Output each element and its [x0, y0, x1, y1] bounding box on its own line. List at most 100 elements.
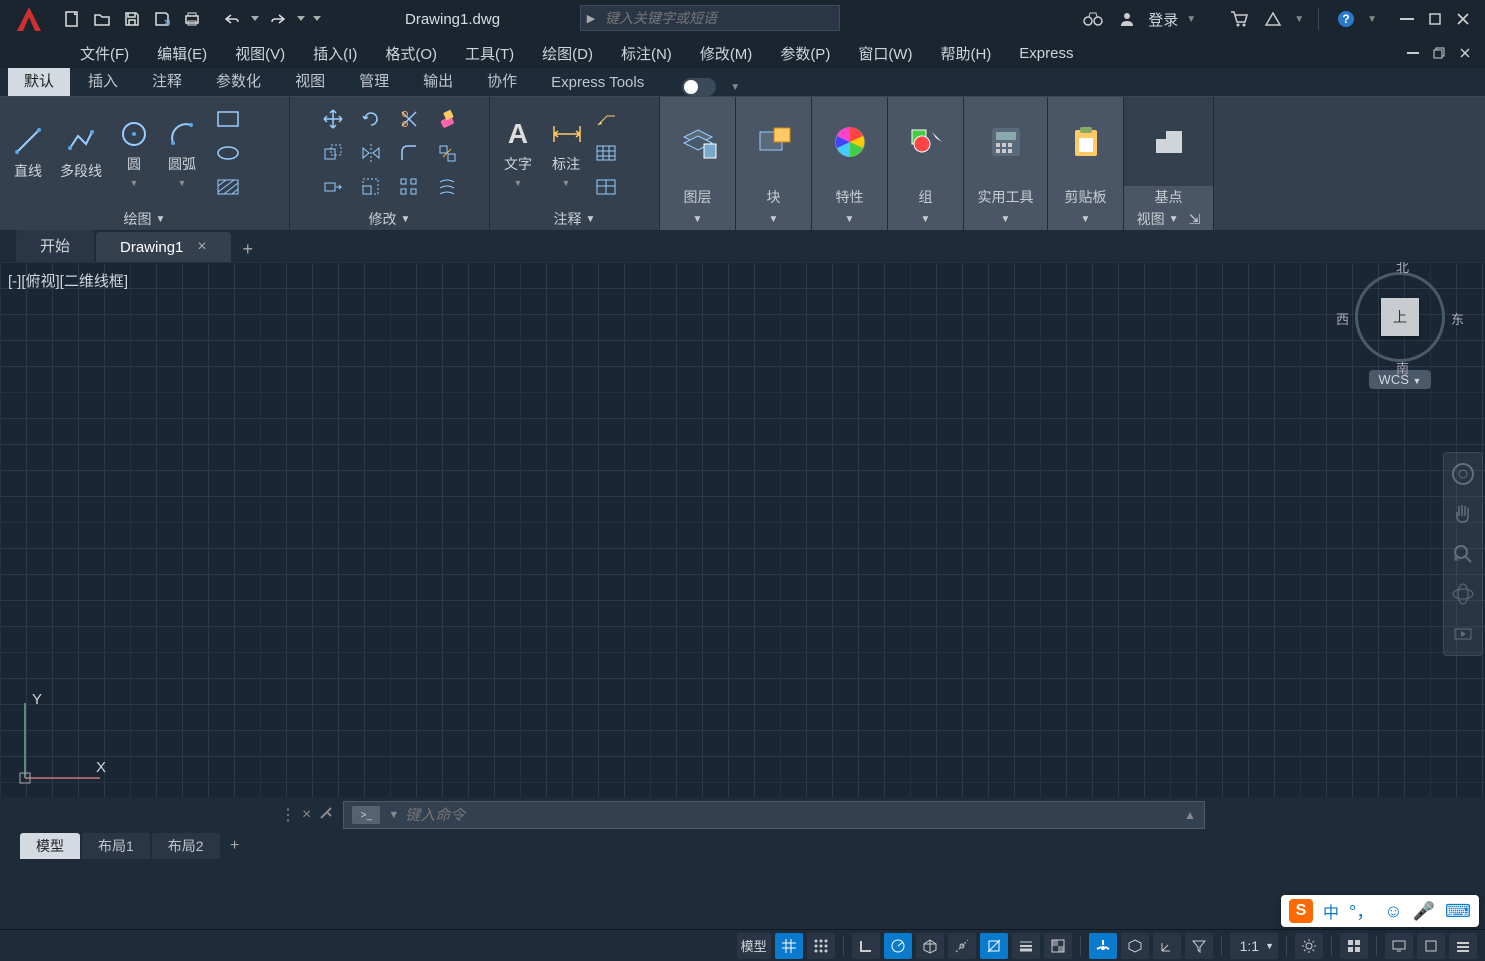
redo-dropdown-icon[interactable]: [294, 5, 308, 33]
tab-close-icon[interactable]: ×: [197, 238, 206, 256]
ime-mic-icon[interactable]: 🎤: [1413, 901, 1435, 922]
status-workspace-icon[interactable]: [1340, 933, 1368, 959]
viewcube-north[interactable]: 北: [1396, 262, 1409, 276]
status-grid-icon[interactable]: [775, 933, 803, 959]
rotate-icon[interactable]: [353, 103, 389, 135]
maximize-icon[interactable]: [1423, 9, 1447, 29]
menu-dim[interactable]: 标注(N): [607, 38, 686, 68]
cmd-expand-icon[interactable]: ▲: [1184, 808, 1196, 822]
status-otrack-icon[interactable]: [948, 933, 976, 959]
help-icon[interactable]: ?: [1333, 6, 1359, 32]
panel-layer[interactable]: 图层 ▼: [660, 97, 736, 230]
status-annoscale-icon[interactable]: 1:1▼: [1230, 933, 1278, 959]
save-icon[interactable]: [118, 5, 146, 33]
panel-base[interactable]: 基点 视图▼⇲: [1124, 97, 1214, 230]
nav-zoom-icon[interactable]: [1448, 539, 1478, 569]
panel-draw-title[interactable]: 绘图▼: [0, 208, 289, 230]
status-dynamic-ucs-icon[interactable]: [1153, 933, 1181, 959]
panel-clipboard[interactable]: 剪贴板 ▼: [1048, 97, 1124, 230]
dimension-button[interactable]: 标注▼: [542, 101, 590, 204]
menu-modify[interactable]: 修改(M): [686, 38, 767, 68]
panel-utilities[interactable]: 实用工具 ▼: [964, 97, 1048, 230]
viewport[interactable]: [-][俯视][二维线框] 上 北 南 东 西 WCS ▼ Y X: [0, 262, 1485, 797]
menu-view[interactable]: 视图(V): [221, 38, 299, 68]
trim-icon[interactable]: [391, 103, 427, 135]
status-selection-filter-icon[interactable]: [1185, 933, 1213, 959]
ribbon-tab-parametric[interactable]: 参数化: [200, 65, 277, 96]
panel-modify-title[interactable]: 修改▼: [290, 208, 489, 230]
status-selection-cycling-icon[interactable]: [1089, 933, 1117, 959]
login-dropdown-icon[interactable]: ▼: [1186, 14, 1196, 25]
polyline-button[interactable]: 多段线: [52, 101, 110, 204]
ribbon-tab-express[interactable]: Express Tools: [535, 69, 660, 96]
menu-window[interactable]: 窗口(W): [844, 38, 926, 68]
doc-minimize-icon[interactable]: [1401, 43, 1425, 63]
mirror-icon[interactable]: [353, 137, 389, 169]
ribbon-tab-insert[interactable]: 插入: [72, 65, 134, 96]
menu-edit[interactable]: 编辑(E): [143, 38, 221, 68]
redo-icon[interactable]: [264, 5, 292, 33]
viewcube-west[interactable]: 西: [1336, 309, 1349, 328]
ribbon-tab-view[interactable]: 视图: [279, 65, 341, 96]
panel-annotation-title[interactable]: 注释▼: [490, 208, 659, 230]
user-icon[interactable]: [1114, 6, 1140, 32]
panel-group[interactable]: 组 ▼: [888, 97, 964, 230]
menu-file[interactable]: 文件(F): [66, 38, 143, 68]
search-input[interactable]: [601, 10, 839, 26]
status-lineweight-icon[interactable]: [1012, 933, 1040, 959]
saveas-icon[interactable]: [148, 5, 176, 33]
explode-icon[interactable]: [429, 137, 465, 169]
menu-param[interactable]: 参数(P): [766, 38, 844, 68]
arc-button[interactable]: 圆弧▼: [158, 101, 206, 204]
panel-block[interactable]: 块 ▼: [736, 97, 812, 230]
ellipse-icon[interactable]: [210, 138, 246, 168]
ime-emoji-icon[interactable]: ☺: [1384, 901, 1402, 922]
ime-keyboard-icon[interactable]: ⌨: [1445, 901, 1471, 922]
binoculars-icon[interactable]: [1080, 6, 1106, 32]
new-icon[interactable]: [58, 5, 86, 33]
login-label[interactable]: 登录: [1148, 9, 1178, 30]
nav-showmotion-icon[interactable]: [1448, 619, 1478, 649]
layout-tab-2[interactable]: 布局2: [152, 833, 220, 859]
ribbon-tab-manage[interactable]: 管理: [343, 65, 405, 96]
command-input-wrap[interactable]: >_ ▼ ▲: [343, 801, 1205, 829]
cmd-handle-icon[interactable]: ⋮: [280, 805, 296, 825]
circle-button[interactable]: 圆▼: [110, 101, 158, 204]
table-icon[interactable]: [590, 138, 622, 168]
ime-lang[interactable]: 中: [1323, 899, 1339, 923]
move-icon[interactable]: [315, 103, 351, 135]
viewcube-south[interactable]: 南: [1396, 358, 1409, 377]
hatch-icon[interactable]: [210, 172, 246, 202]
undo-icon[interactable]: [218, 5, 246, 33]
cmd-dropdown-icon[interactable]: ▼: [388, 809, 399, 821]
text-button[interactable]: A文字▼: [494, 101, 542, 204]
status-polar-icon[interactable]: [884, 933, 912, 959]
app-logo[interactable]: [6, 2, 52, 36]
ribbon-tab-default[interactable]: 默认: [8, 65, 70, 96]
ribbon-toggle[interactable]: [682, 78, 716, 96]
ribbon-minimize-icon[interactable]: ▼: [730, 82, 740, 93]
array-icon[interactable]: [391, 171, 427, 203]
menu-express[interactable]: Express: [1005, 38, 1087, 68]
menu-insert[interactable]: 插入(I): [299, 38, 371, 68]
tab-add-icon[interactable]: +: [233, 236, 263, 262]
status-transparency-icon[interactable]: [1044, 933, 1072, 959]
tab-start[interactable]: 开始: [16, 229, 94, 262]
status-isodraft-icon[interactable]: [916, 933, 944, 959]
viewcube-east[interactable]: 东: [1451, 309, 1464, 328]
panel-properties[interactable]: 特性 ▼: [812, 97, 888, 230]
print-icon[interactable]: [178, 5, 206, 33]
cmd-close-icon[interactable]: ×: [302, 806, 311, 824]
command-input[interactable]: [405, 807, 1184, 824]
ribbon-tab-collab[interactable]: 协作: [471, 65, 533, 96]
cmd-customize-icon[interactable]: [317, 804, 335, 827]
status-snap-icon[interactable]: [807, 933, 835, 959]
erase-icon[interactable]: [429, 103, 465, 135]
ribbon-tab-annotate[interactable]: 注释: [136, 65, 198, 96]
doc-close-icon[interactable]: [1453, 43, 1477, 63]
stretch-icon[interactable]: [315, 171, 351, 203]
undo-dropdown-icon[interactable]: [248, 5, 262, 33]
status-gear-icon[interactable]: [1295, 933, 1323, 959]
qat-customize-icon[interactable]: [310, 5, 324, 33]
open-icon[interactable]: [88, 5, 116, 33]
